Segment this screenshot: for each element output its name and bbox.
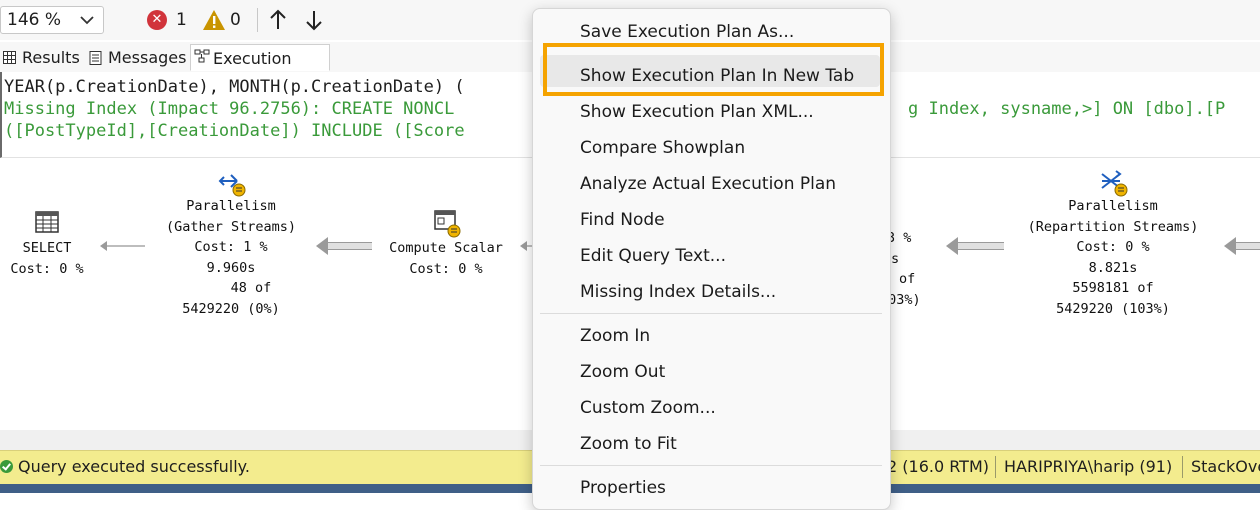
- success-check-icon: [0, 460, 13, 473]
- menu-item-zoom-in[interactable]: Zoom In: [580, 326, 650, 346]
- repartition-time: 8.821s: [1088, 259, 1138, 276]
- missing-index-text-right: g Index, sysname,>] ON [dbo].[P: [908, 99, 1226, 119]
- menu-separator: [540, 313, 882, 314]
- menu-item-show-execution-plan-xml[interactable]: Show Execution Plan XML...: [580, 102, 814, 122]
- arrow-up-icon[interactable]: [268, 8, 288, 32]
- compute-scalar-icon[interactable]: [434, 210, 462, 238]
- status-message: Query executed successfully.: [18, 457, 250, 476]
- database-name: StackOve: [1191, 457, 1260, 476]
- tab-results-label: Results: [22, 48, 80, 67]
- flow-arrow: [946, 237, 1004, 255]
- menu-item-properties[interactable]: Properties: [580, 478, 666, 498]
- repartition-cost: Cost: 0 %: [1076, 239, 1150, 255]
- repartition-sub: (Repartition Streams): [1027, 218, 1199, 235]
- plan-icon: [194, 49, 210, 63]
- grid-icon: [3, 51, 16, 64]
- select-node-label: SELECT Cost: 0 %: [0, 238, 94, 279]
- compute-name: Compute Scalar: [389, 240, 503, 256]
- gather-sub: (Gather Streams): [165, 218, 297, 235]
- menu-item-zoom-out[interactable]: Zoom Out: [580, 362, 665, 382]
- gather-streams-node-label: Parallelism (Gather Streams) Cost: 1 % 9.96…: [134, 196, 328, 319]
- select-cost: Cost: 0 %: [10, 260, 84, 277]
- toolbar-divider: [257, 8, 258, 32]
- repartition-rows: 5598181 of: [1072, 280, 1154, 296]
- select-name: SELECT: [22, 240, 72, 256]
- menu-item-custom-zoom[interactable]: Custom Zoom...: [580, 398, 716, 418]
- tab-execution-plan[interactable]: Execution plan: [190, 44, 330, 95]
- annotation-highlight-box: [543, 43, 884, 96]
- menu-item-edit-query-text[interactable]: Edit Query Text...: [580, 246, 726, 266]
- gather-est: 5429220 (0%): [182, 300, 280, 317]
- menu-item-save-execution-plan-as[interactable]: Save Execution Plan As...: [580, 22, 794, 42]
- menu-item-find-node[interactable]: Find Node: [580, 210, 665, 230]
- flow-arrow: [316, 237, 372, 255]
- missing-index-text-left: Missing Index (Impact 96.2756): CREATE N…: [4, 99, 455, 119]
- menu-item-zoom-to-fit[interactable]: Zoom to Fit: [580, 434, 677, 454]
- gather-time: 9.960s: [206, 259, 256, 276]
- select-node-icon[interactable]: [35, 211, 59, 233]
- chevron-down-icon: [80, 16, 94, 25]
- repartition-est: 5429220 (103%): [1056, 300, 1170, 317]
- menu-item-missing-index-details[interactable]: Missing Index Details...: [580, 282, 776, 302]
- error-icon[interactable]: ✕: [147, 10, 167, 30]
- gather-rows: 48 of: [230, 280, 272, 296]
- repartition-streams-node-label: Parallelism (Repartition Streams) Cost: 0 …: [1008, 196, 1218, 319]
- user-info: HARIPRIYA\harip (91): [1004, 457, 1173, 476]
- status-divider: [1182, 456, 1183, 478]
- compute-cost: Cost: 0 %: [409, 260, 483, 277]
- tab-messages-label: Messages: [108, 48, 187, 67]
- error-count: 1: [176, 10, 187, 30]
- parallelism-gather-icon[interactable]: [217, 171, 247, 197]
- tab-results[interactable]: Results: [0, 44, 84, 71]
- flow-arrow: [1224, 237, 1260, 255]
- document-icon: [89, 51, 102, 65]
- zoom-level-value: 146 %: [7, 10, 62, 30]
- repartition-name: Parallelism: [1068, 198, 1158, 214]
- menu-item-analyze-actual-execution-plan[interactable]: Analyze Actual Execution Plan: [580, 174, 836, 194]
- warning-icon[interactable]: [202, 9, 226, 31]
- warning-count: 0: [230, 10, 241, 30]
- zoom-level-dropdown[interactable]: 146 %: [0, 6, 104, 34]
- menu-separator: [540, 465, 882, 466]
- status-divider: [995, 456, 996, 478]
- tab-messages[interactable]: Messages: [86, 44, 188, 71]
- arrow-down-icon[interactable]: [304, 8, 324, 32]
- menu-item-compare-showplan[interactable]: Compare Showplan: [580, 138, 745, 158]
- compute-scalar-node-label: Compute Scalar Cost: 0 %: [374, 238, 518, 279]
- server-version: 2 (16.0 RTM): [887, 457, 989, 476]
- gather-name: Parallelism: [186, 198, 276, 214]
- parallelism-repartition-icon[interactable]: [1099, 169, 1129, 197]
- gather-cost: Cost: 1 %: [194, 239, 268, 255]
